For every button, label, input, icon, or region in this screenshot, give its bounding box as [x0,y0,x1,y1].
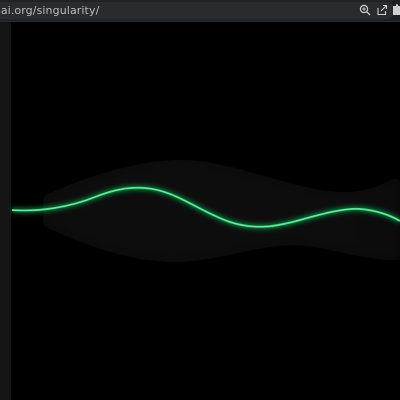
share-icon[interactable] [375,3,389,17]
extension-icon[interactable] [392,3,400,17]
singularity-canvas[interactable] [0,22,400,400]
browser-toolbar: oai.org/singularity/ [0,0,400,22]
wave-visualization [11,159,400,263]
address-bar[interactable]: oai.org/singularity/ [0,2,395,19]
zoom-icon[interactable] [358,3,372,17]
url-text: oai.org/singularity/ [0,4,100,17]
